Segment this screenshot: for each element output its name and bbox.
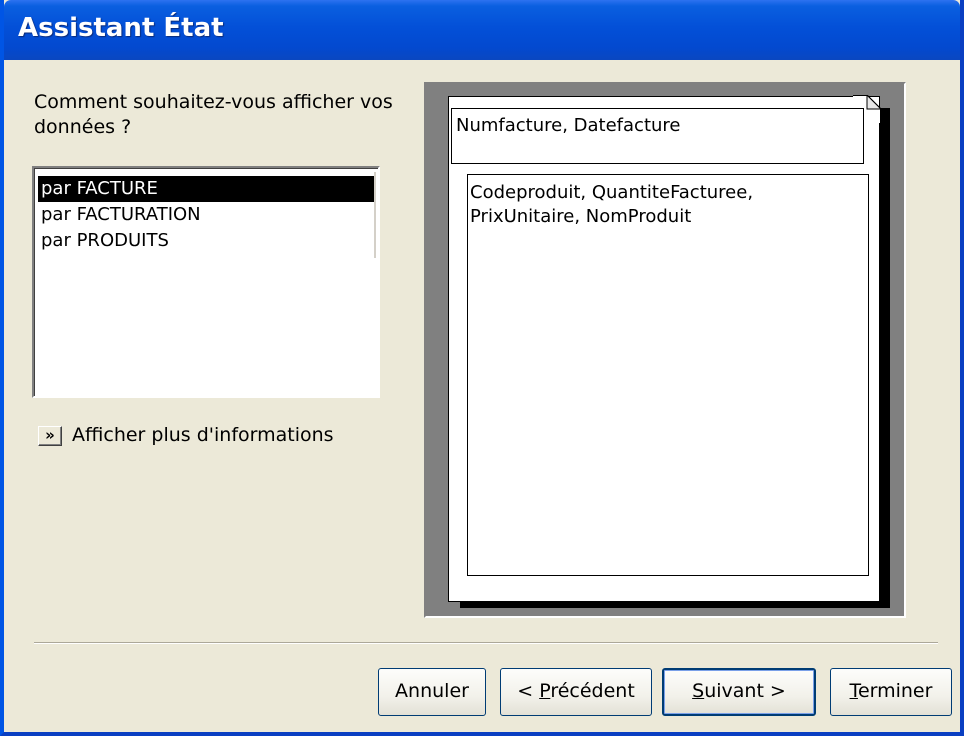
previous-button-mnemonic: P [539, 680, 551, 702]
more-info-label[interactable]: Afficher plus d'informations [72, 424, 334, 446]
next-button[interactable]: Suivant > [662, 668, 816, 716]
list-item-par-facture[interactable]: par FACTURE [38, 176, 374, 202]
previous-button-rest: récédent [550, 680, 635, 702]
finish-button-rest: erminer [857, 680, 933, 702]
wizard-prompt: Comment souhaitez-vous afficher vos donn… [34, 91, 393, 138]
list-item-par-facturation[interactable]: par FACTURATION [38, 202, 374, 228]
preview-header-group: Numfacture, Datefacture [451, 108, 864, 164]
window-title: Assistant État [18, 13, 224, 43]
cancel-button-label: Annuler [395, 680, 469, 702]
title-bar[interactable]: Assistant État [4, 0, 960, 60]
next-button-mnemonic: S [692, 680, 705, 702]
listbox-scroll-edge [374, 172, 376, 258]
cancel-button[interactable]: Annuler [378, 668, 486, 716]
finish-button[interactable]: Terminer [830, 668, 952, 716]
detail-fields-text: Codeproduit, QuantiteFacturee, PrixUnita… [470, 182, 754, 227]
more-info-button[interactable]: » [38, 426, 62, 446]
grouping-listbox[interactable]: par FACTURE par FACTURATION par PRODUITS [32, 166, 380, 398]
double-chevron-right-icon: » [45, 426, 55, 444]
list-item-par-produits[interactable]: par PRODUITS [38, 228, 374, 254]
finish-button-mnemonic: T [849, 680, 858, 702]
preview-detail-group: Codeproduit, QuantiteFacturee, PrixUnita… [467, 174, 869, 576]
next-button-rest: uivant > [704, 680, 786, 702]
header-fields-text: Numfacture, Datefacture [456, 115, 681, 136]
report-wizard-window: Assistant État Comment souhaitez-vous af… [0, 0, 964, 736]
previous-button[interactable]: < Précédent [500, 668, 652, 716]
previous-button-prefix: < [517, 680, 540, 702]
button-separator [34, 642, 938, 644]
